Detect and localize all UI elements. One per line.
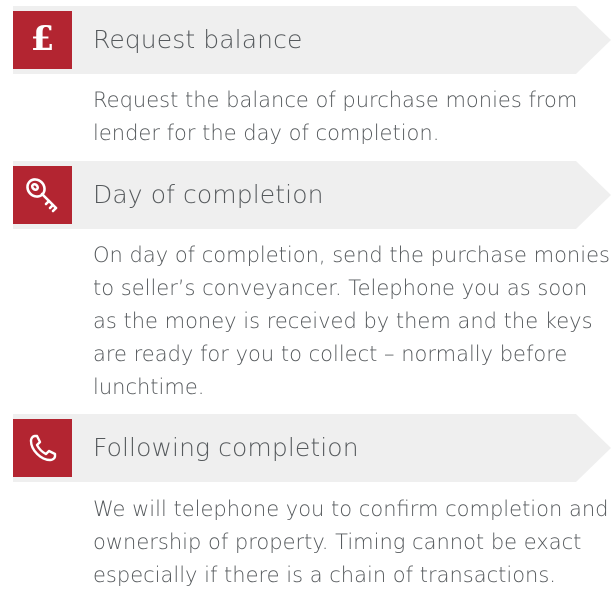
step-description: On day of completion, send the purchase … bbox=[93, 243, 610, 399]
step-header: Day of completion bbox=[13, 161, 611, 229]
step-description: Request the balance of purchase monies f… bbox=[93, 88, 578, 145]
pound-glyph: £ bbox=[30, 19, 55, 59]
step-header: Following completion bbox=[13, 414, 611, 482]
step-title: Day of completion bbox=[93, 180, 324, 209]
step-title: Request balance bbox=[93, 25, 303, 54]
key-icon bbox=[13, 166, 72, 224]
pound-icon: £ bbox=[13, 11, 72, 69]
step-title: Following completion bbox=[93, 433, 359, 462]
step-header: £ Request balance bbox=[13, 6, 611, 74]
phone-icon bbox=[13, 419, 72, 477]
step-description: We will telephone you to confirm complet… bbox=[93, 497, 609, 587]
